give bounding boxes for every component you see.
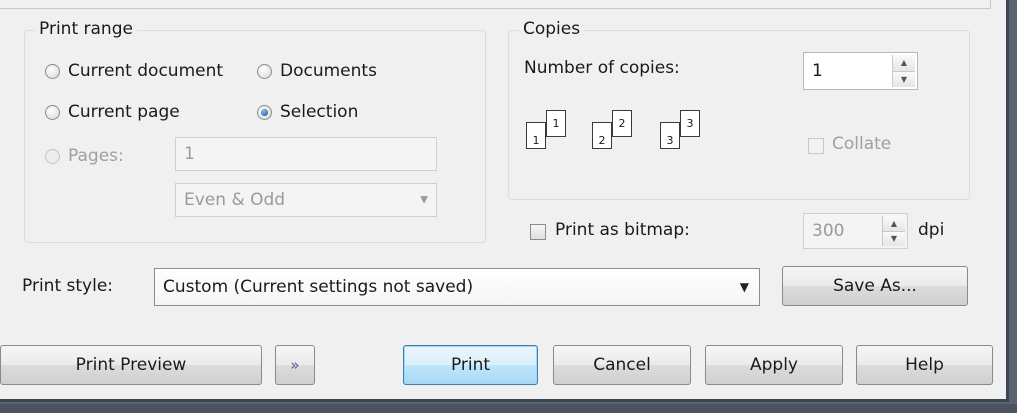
radio-label: Selection: [280, 102, 359, 122]
pages-input-value: 1: [184, 144, 195, 164]
page-icon: 1: [526, 122, 546, 149]
page-icon: 2: [592, 122, 612, 149]
radio-circle-icon: [45, 63, 60, 79]
copies-value: 1: [812, 61, 823, 81]
chevron-down-icon: ▼: [739, 280, 749, 294]
number-of-copies-label: Number of copies:: [524, 58, 680, 78]
page-set-value: Even & Odd: [184, 190, 286, 210]
radio-current-page[interactable]: Current page: [45, 102, 180, 122]
page-icon: 3: [660, 122, 680, 149]
page-icon: 1: [546, 110, 566, 137]
help-button[interactable]: Help: [856, 345, 993, 385]
page-icon: 2: [612, 110, 632, 137]
print-preview-button[interactable]: Print Preview: [0, 345, 262, 385]
radio-label: Current document: [68, 61, 224, 81]
dpi-spin: ▲ ▼: [882, 216, 905, 246]
radio-selection[interactable]: Selection: [257, 102, 358, 122]
apply-label: Apply: [750, 355, 798, 375]
print-button[interactable]: Print: [403, 345, 538, 385]
window-frame: [0, 404, 1017, 413]
print-style-label: Print style:: [22, 276, 114, 296]
radio-circle-icon: [45, 148, 60, 164]
radio-label: Pages:: [68, 146, 124, 166]
radio-documents[interactable]: Documents: [257, 61, 377, 81]
radio-checked-icon: [257, 104, 272, 120]
radio-circle-icon: [257, 63, 272, 79]
apply-button[interactable]: Apply: [705, 345, 843, 385]
radio-label: Documents: [280, 61, 377, 81]
spin-up-icon[interactable]: ▲: [893, 55, 915, 72]
radio-current-document[interactable]: Current document: [45, 61, 223, 81]
page-set-select[interactable]: Even & Odd ▼: [175, 183, 437, 217]
double-chevron-right-icon: »: [290, 356, 300, 374]
expand-preview-button[interactable]: »: [275, 345, 315, 385]
print-style-value: Custom (Current settings not saved): [163, 277, 474, 297]
spin-up-icon[interactable]: ▲: [883, 216, 905, 232]
print-dialog: Print range Current document Documents C…: [0, 0, 1009, 402]
pages-input[interactable]: 1: [175, 137, 437, 171]
radio-pages[interactable]: Pages:: [45, 146, 124, 166]
dpi-value: 300: [812, 221, 845, 241]
page-icon: 3: [680, 110, 700, 137]
copies-stepper[interactable]: 1 ▲ ▼: [803, 52, 918, 90]
collate-label: Collate: [832, 134, 892, 154]
dpi-unit-label: dpi: [918, 220, 945, 240]
print-label: Print: [450, 355, 491, 375]
spin-down-icon[interactable]: ▼: [883, 231, 905, 246]
dpi-stepper[interactable]: 300 ▲ ▼: [803, 213, 908, 249]
print-preview-label: Print Preview: [75, 355, 187, 375]
cancel-button[interactable]: Cancel: [553, 345, 691, 385]
cancel-label: Cancel: [593, 355, 651, 375]
print-style-select[interactable]: Custom (Current settings not saved) ▼: [154, 268, 760, 306]
print-as-bitmap-checkbox[interactable]: [530, 224, 546, 240]
collate-checkbox[interactable]: [808, 138, 824, 154]
top-divider: [0, 0, 991, 9]
radio-circle-icon: [45, 104, 60, 120]
copies-spin: ▲ ▼: [892, 55, 915, 87]
copies-title: Copies: [519, 19, 585, 39]
collate-pages-icon: 1 1 2 2 3 3: [526, 110, 716, 155]
radio-label: Current page: [68, 102, 180, 122]
save-as-button[interactable]: Save As...: [782, 266, 968, 306]
chevron-down-icon: ▼: [420, 194, 428, 206]
print-as-bitmap-label: Print as bitmap:: [555, 220, 690, 240]
save-as-label: Save As...: [833, 276, 917, 296]
spin-down-icon[interactable]: ▼: [893, 71, 915, 87]
print-range-title: Print range: [35, 19, 137, 39]
help-label: Help: [905, 355, 944, 375]
